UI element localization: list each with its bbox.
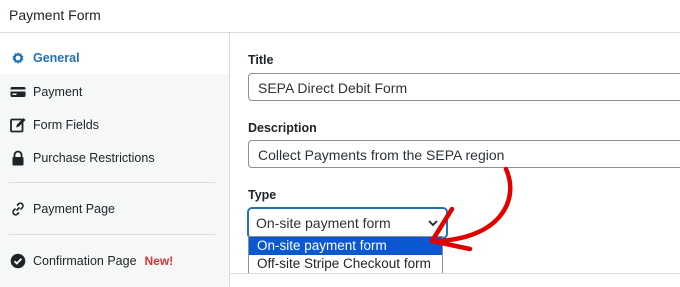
annotation-arrow-icon [429, 166, 513, 252]
